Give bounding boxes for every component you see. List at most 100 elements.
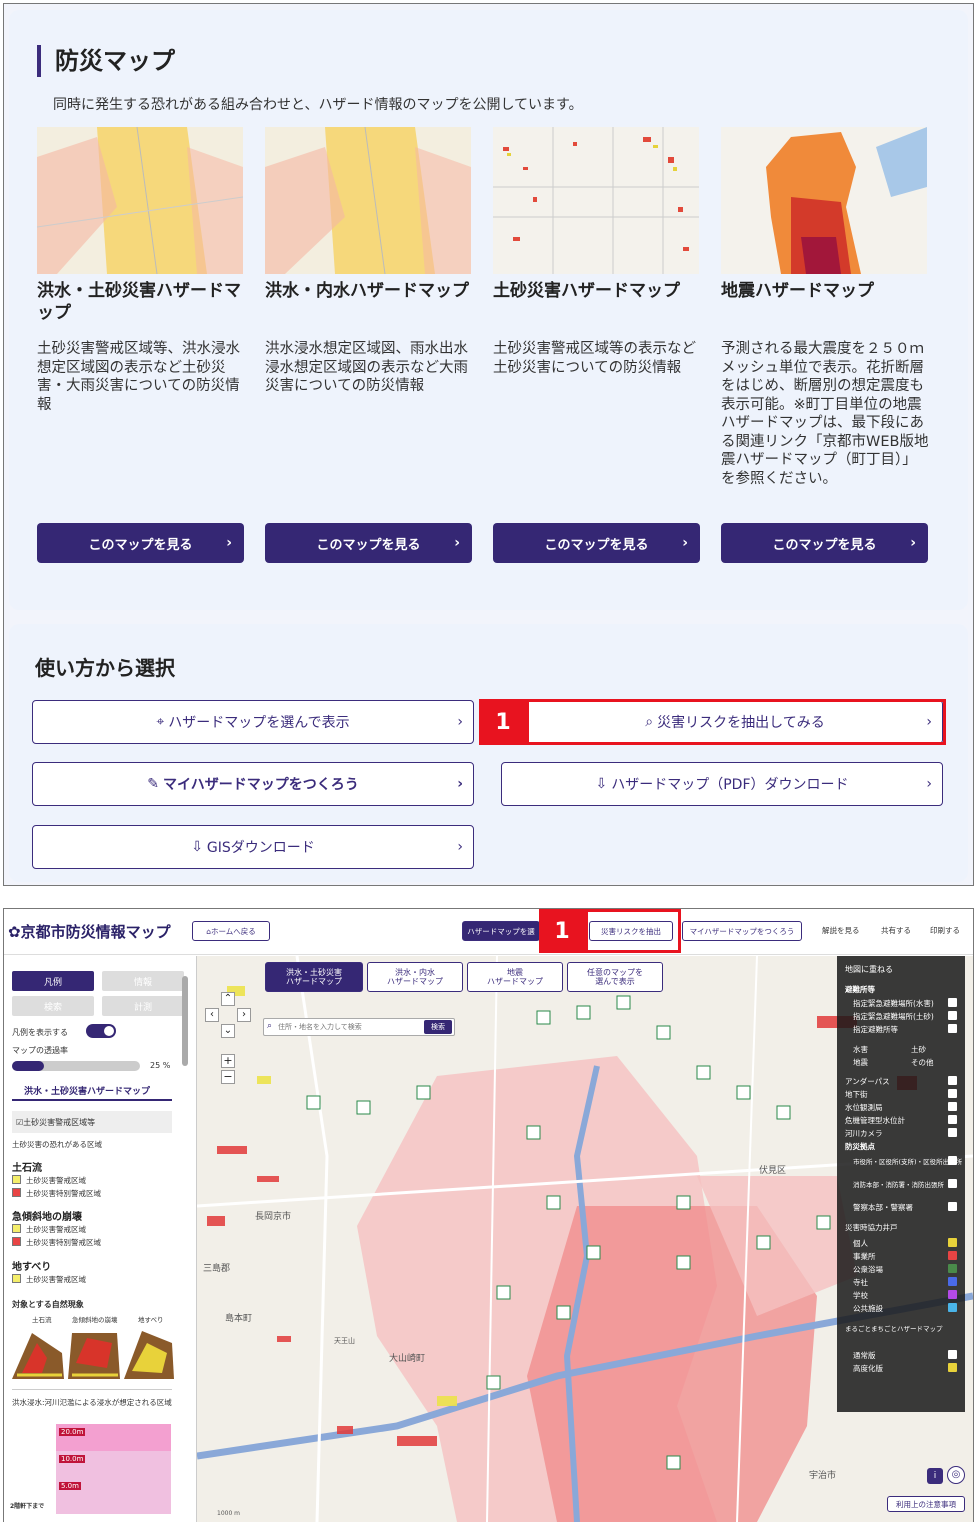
pan-right-button[interactable]: › [237,1008,251,1022]
tab-earthquake[interactable]: 地震 ハザードマップ [467,962,563,992]
overlay-group[interactable]: まるごとまちごとハザードマップ [845,1323,943,1333]
overlay-item[interactable]: 土砂 [911,1044,926,1055]
tab-custom-map[interactable]: 任意のマップを 選んで表示 [567,962,663,992]
tab-legend[interactable]: 凡例 [12,971,94,991]
tab-info[interactable]: 情報 [102,971,184,991]
warning-icon [948,1363,957,1372]
highlight-box [526,699,946,745]
my-map-header-button[interactable]: マイハザードマップをつくろう [682,921,802,941]
search-input[interactable] [278,1020,418,1034]
map-thumbnail[interactable] [721,127,927,274]
card-description: 予測される最大震度を２５０ｍメッシュ単位で表示。花折断層をはじめ、断層別の想定震… [721,341,929,487]
underpass-icon [948,1076,957,1085]
overlay-item[interactable]: 消防本部・消防署・消防出張所 [853,1179,944,1189]
map-thumbnail[interactable] [493,127,699,274]
help-link[interactable]: 解説を見る [822,925,860,936]
tab-flood-inland[interactable]: 洪水・内水 ハザードマップ [367,962,463,992]
overlay-item[interactable]: 水位観測局 [845,1102,883,1113]
depth-label: 20.0m [59,1428,86,1436]
overlay-item[interactable]: 水害 [853,1044,868,1055]
map-thumbnail[interactable] [37,127,243,274]
overlay-item[interactable]: アンダーパス [845,1076,890,1087]
print-link[interactable]: 印刷する [930,925,960,936]
select-hazard-map-button[interactable]: ⌖ ハザードマップを選んで表示 › [32,700,474,744]
view-map-button-flood-sediment[interactable]: このマップを見る › [37,523,244,563]
download-icon: ⇩ [191,839,203,855]
well-icon [948,1290,957,1299]
map-label: 島本町 [225,1314,253,1324]
overlay-item[interactable]: 事業所 [853,1251,876,1262]
legend-scrollbar[interactable] [182,976,188,1066]
chevron-right-icon: › [926,776,932,792]
home-button[interactable]: ⌂ ホームへ戻る [192,921,270,941]
zoom-in-button[interactable]: + [221,1054,235,1068]
search-button[interactable]: 検索 [424,1020,452,1034]
chevron-right-icon: › [457,714,463,730]
pdf-download-button[interactable]: ⇩ ハザードマップ（PDF）ダウンロード › [501,762,943,806]
map-thumbnail[interactable] [265,127,471,274]
thumbnail-image [265,127,471,274]
opacity-slider[interactable] [12,1061,140,1071]
tab-measure[interactable]: 計測 [102,996,184,1016]
overlay-group[interactable]: 災害時協力井戸 [845,1222,898,1233]
step-marker: 1 [479,699,527,745]
overlay-item[interactable]: 公共施設 [853,1303,883,1314]
usage-title: 使い方から選択 [35,656,175,680]
overlay-item[interactable]: その他 [911,1057,934,1068]
button-label: マイハザードマップをつくろう [163,777,359,793]
overlay-item[interactable]: 市役所・区役所(支所)・区役所出張所 [853,1156,962,1166]
legend-sub: 土砂災害の恐れがある区域 [12,1140,102,1149]
view-map-button-flood-inland[interactable]: このマップを見る › [265,523,472,563]
card-sediment: 土砂災害ハザードマップ 土砂災害警戒区域等の表示など土砂災害についての防災情報 [493,127,701,377]
overlay-item[interactable]: 公衆浴場 [853,1264,883,1275]
overlay-group[interactable]: 防災拠点 [845,1141,875,1152]
view-map-button-earthquake[interactable]: このマップを見る › [721,523,928,563]
terms-button[interactable]: 利用上の注意事項 [887,1496,965,1512]
gis-download-button[interactable]: ⇩ GISダウンロード › [32,825,474,869]
locate-icon[interactable]: ◎ [947,1466,965,1484]
overlay-item[interactable]: 警察本部・警察署 [853,1202,913,1213]
button-label: ハザードマップ（PDF）ダウンロード [611,777,849,793]
sediment-checkbox[interactable]: ☑土砂災害警戒区域等 [16,1117,95,1128]
button-label: ハザードマップを選んで表示 [168,715,350,731]
overlay-item[interactable]: 危機管理型水位計 [845,1115,905,1126]
pencil-map-icon: ✎ [147,776,159,792]
overlay-item[interactable]: 地下街 [845,1089,868,1100]
pan-down-button[interactable]: ⌄ [221,1024,235,1038]
legend-panel: 凡例 情報 検索 計測 凡例を表示する マップの透過率 25 % 洪水・土砂災害… [4,956,197,1522]
water-gauge-icon [948,1115,957,1124]
tab-flood-sediment[interactable]: 洪水・土砂災害 ハザードマップ [265,962,363,992]
map-label: 大山崎町 [389,1354,426,1364]
depth-label: 5.0m [59,1482,81,1490]
overlay-item[interactable]: 寺社 [853,1277,868,1288]
app-logo[interactable]: ✿京都市防災情報マップ [8,921,171,942]
my-hazard-map-button[interactable]: ✎ マイハザードマップをつくろう › [32,762,474,806]
pan-up-button[interactable]: ⌃ [221,992,235,1006]
overlay-item[interactable]: 高度化版 [853,1363,883,1374]
overlay-item[interactable]: 指定緊急避難場所(土砂) [853,1011,934,1022]
card-title: 土砂災害ハザードマップ [493,281,680,301]
overlay-group[interactable]: 避難所等 [845,984,875,995]
overlay-item[interactable]: 学校 [853,1290,868,1301]
show-legend-toggle[interactable] [86,1024,116,1038]
tab-search[interactable]: 検索 [12,996,94,1016]
overlay-item[interactable]: 通常版 [853,1350,876,1361]
warning-icon [948,1350,957,1359]
share-link[interactable]: 共有する [881,925,911,936]
overlay-item[interactable]: 河川カメラ [845,1128,883,1139]
map-canvas[interactable]: 洪水・土砂災害 ハザードマップ 洪水・内水 ハザードマップ 地震 ハザードマップ 任意… [197,956,973,1522]
depth-label: 10.0m [59,1455,86,1463]
overlay-item[interactable]: 地震 [853,1057,868,1068]
overlay-item[interactable]: 指定緊急避難場所(水害) [853,998,934,1009]
chevron-right-icon: › [457,839,463,855]
overlay-item[interactable]: 個人 [853,1238,868,1249]
overlay-item[interactable]: 指定避難所等 [853,1024,898,1035]
opacity-value: 25 % [150,1061,171,1070]
info-icon[interactable]: i [927,1468,943,1484]
pan-left-button[interactable]: ‹ [205,1008,219,1022]
view-map-button-sediment[interactable]: このマップを見る › [493,523,700,563]
legend-item: 土砂災害特別警戒区域 [26,1238,101,1247]
zoom-out-button[interactable]: − [221,1070,235,1084]
download-icon: ⇩ [595,776,608,792]
hazard-select-button[interactable]: ハザードマップを選 [462,921,540,941]
